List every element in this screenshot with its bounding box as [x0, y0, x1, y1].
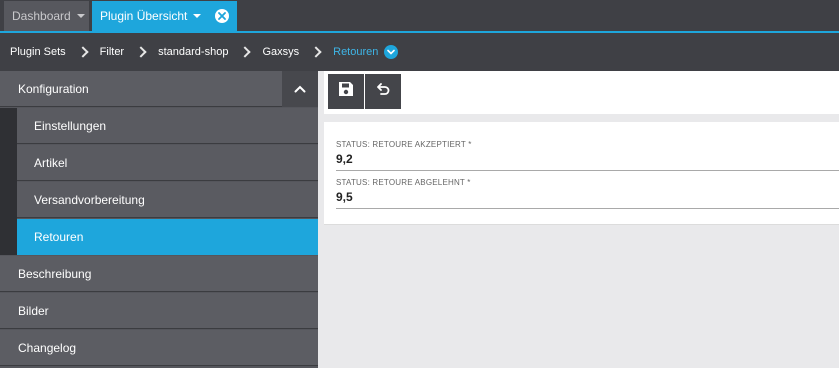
tab-dashboard[interactable]: Dashboard	[4, 1, 89, 31]
caret-down-icon[interactable]	[76, 14, 85, 18]
tab-bar: Dashboard Plugin Übersicht	[0, 0, 839, 33]
sidebar-item-retouren[interactable]: Retouren	[17, 219, 318, 255]
undo-icon	[375, 81, 391, 102]
breadcrumb-item-standard-shop[interactable]: standard-shop	[158, 46, 228, 58]
chevron-right-icon	[135, 46, 147, 58]
sidebar-item-label: Versandvorbereitung	[34, 192, 145, 207]
save-button[interactable]	[328, 74, 364, 109]
sidebar-item-beschreibung[interactable]: Beschreibung	[0, 256, 318, 292]
sidebar-item-einstellungen[interactable]: Einstellungen	[17, 108, 318, 144]
tab-label: Dashboard	[12, 9, 71, 23]
close-icon[interactable]	[215, 9, 229, 23]
sidebar-item-label: Bilder	[18, 303, 49, 318]
save-icon	[338, 81, 354, 102]
chevron-right-icon	[76, 46, 89, 58]
sidebar-item-label: Changelog	[18, 340, 77, 355]
status-accepted-input[interactable]: 9,2	[336, 152, 839, 171]
sidebar-item-label: Konfiguration	[18, 81, 89, 96]
submenu-indent	[0, 108, 17, 255]
tab-plugin-uebersicht[interactable]: Plugin Übersicht	[92, 1, 237, 31]
sidebar-item-changelog[interactable]: Changelog	[0, 330, 318, 366]
chevron-down-icon[interactable]	[384, 45, 399, 59]
settings-form: STATUS: RETOURE AKZEPTIERT * 9,2 STATUS:…	[324, 122, 839, 225]
chevron-right-icon	[239, 46, 252, 58]
sidebar-item-label: Retouren	[34, 229, 84, 244]
breadcrumb: Plugin Sets Filter standard-shop Gaxsys …	[0, 33, 839, 71]
sidebar-item-konfiguration[interactable]: Konfiguration	[0, 71, 318, 107]
field-label: STATUS: RETOURE ABGELEHNT *	[336, 178, 471, 187]
breadcrumb-item-plugin-sets[interactable]: Plugin Sets	[10, 46, 66, 58]
sidebar-item-label: Einstellungen	[34, 118, 107, 133]
field-retoure-abgelehnt[interactable]: STATUS: RETOURE ABGELEHNT * 9,5	[336, 178, 839, 209]
sidebar-item-artikel[interactable]: Artikel	[17, 145, 318, 181]
tab-label: Plugin Übersicht	[100, 9, 188, 23]
field-label: STATUS: RETOURE AKZEPTIERT *	[336, 140, 472, 149]
undo-button[interactable]	[365, 74, 401, 109]
sidebar-item-versandvorbereitung[interactable]: Versandvorbereitung	[17, 182, 318, 218]
chevron-right-icon	[310, 46, 322, 58]
field-retoure-akzeptiert[interactable]: STATUS: RETOURE AKZEPTIERT * 9,2	[336, 140, 839, 171]
caret-down-icon[interactable]	[193, 14, 202, 18]
breadcrumb-item-gaxsys[interactable]: Gaxsys	[262, 46, 299, 58]
breadcrumb-item-filter[interactable]: Filter	[100, 46, 124, 58]
sidebar-item-label: Artikel	[34, 155, 68, 170]
status-rejected-input[interactable]: 9,5	[336, 190, 839, 209]
toolbar	[324, 71, 839, 114]
chevron-up-icon[interactable]	[282, 71, 318, 107]
sidebar-item-label: Beschreibung	[18, 266, 92, 281]
sidebar-item-bilder[interactable]: Bilder	[0, 293, 318, 329]
breadcrumb-item-retouren[interactable]: Retouren	[333, 46, 378, 58]
sidebar: Konfiguration Einstellungen Artikel Vers…	[0, 71, 318, 368]
